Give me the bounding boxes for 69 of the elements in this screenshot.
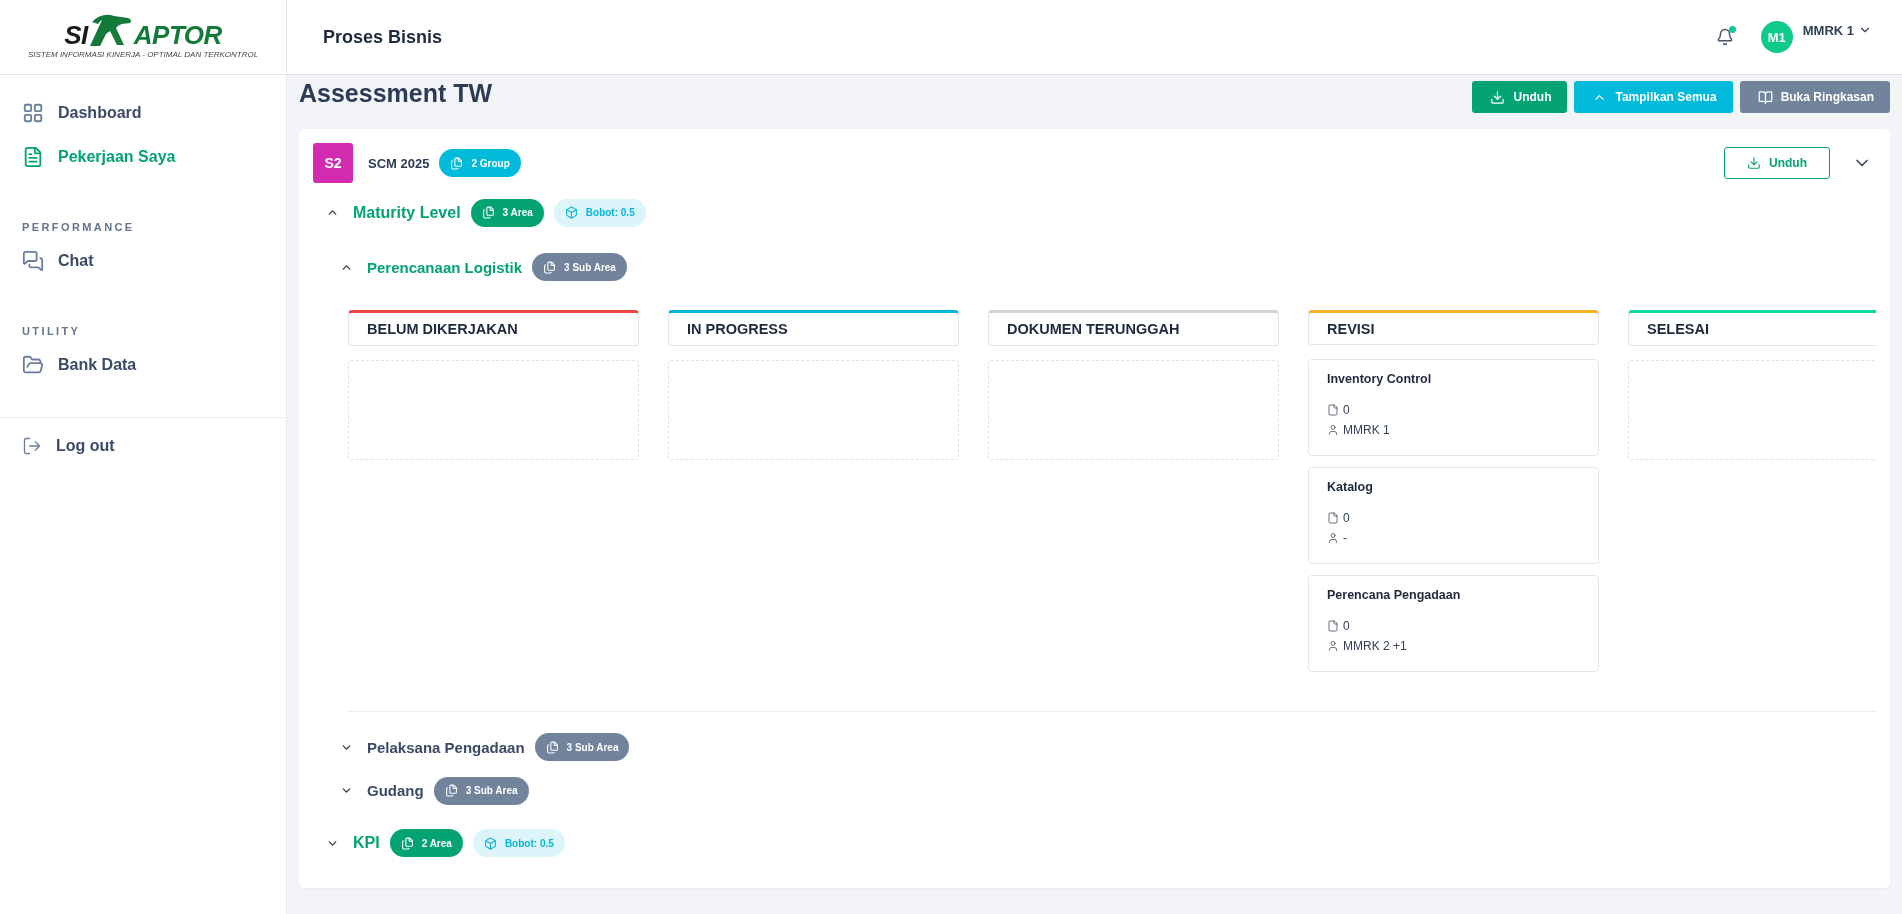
column-header: REVISI — [1308, 309, 1599, 346]
task-title: Katalog — [1327, 480, 1374, 495]
document-icon — [22, 146, 44, 168]
sub-area-name: Gudang — [367, 782, 424, 800]
book-icon — [1757, 89, 1773, 105]
logout-icon — [22, 436, 42, 456]
weight-badge: Bobot: 0.5 — [553, 198, 646, 227]
sub-area-count: 3 Sub Area — [532, 253, 627, 282]
user-icon — [1327, 532, 1339, 545]
cube-icon — [483, 836, 497, 850]
group-count: 2 Group — [439, 149, 521, 177]
grid-icon — [22, 102, 44, 124]
assignee: - — [1343, 531, 1347, 546]
file-count: 0 — [1343, 511, 1350, 526]
area-name: KPI — [353, 834, 380, 853]
file-icon — [1327, 512, 1339, 525]
area-name: Maturity Level — [353, 203, 461, 222]
logo-text: SI — [64, 21, 88, 48]
column-header: BELUM DIKERJAKAN — [348, 309, 639, 346]
chat-icon — [22, 250, 44, 272]
column-header: SELESAI — [1628, 309, 1876, 346]
files-icon — [543, 260, 557, 274]
assignee: MMRK 2 +1 — [1343, 638, 1407, 653]
sidebar-item[interactable]: Bank Data — [0, 343, 286, 387]
header-title: Proses Bisnis — [323, 26, 444, 48]
group-code: S2 — [313, 143, 353, 183]
logo-tagline: SISTEM INFORMASI KINERJA - OPTIMAL DAN TERKONTROL — [27, 49, 259, 59]
task-title: Perencana Pengadaan — [1327, 587, 1462, 602]
assignee: MMRK 1 — [1343, 423, 1390, 438]
folder-icon — [22, 354, 44, 376]
user-name: MMRK 1 — [1802, 22, 1854, 38]
group-name: SCM 2025 — [368, 155, 430, 171]
sub-area-count: 3 Sub Area — [433, 776, 529, 805]
user-avatar: M1 — [1760, 21, 1793, 53]
action-button[interactable]: Buka Ringkasan — [1739, 81, 1890, 113]
sidebar-item[interactable]: Chat — [0, 239, 286, 283]
user-menu[interactable]: M1 MMRK 1 — [1760, 21, 1872, 53]
section-heading: UTILITY — [21, 324, 82, 339]
page-title: Assessment TW — [299, 79, 493, 108]
logout-link[interactable]: Log out — [0, 424, 286, 468]
sidebar-item[interactable]: Dashboard — [0, 91, 286, 135]
task-card[interactable]: Inventory Control 0 MMRK 1 — [1308, 359, 1599, 457]
logo-text: APTOR — [133, 21, 222, 48]
sub-area-name: Pelaksana Pengadaan — [367, 738, 525, 756]
files-icon — [444, 784, 458, 798]
area-count: 3 Area — [470, 198, 544, 227]
column-header: IN PROGRESS — [668, 309, 959, 346]
task-card[interactable]: Perencana Pengadaan 0 MMRK 2 +1 — [1308, 574, 1599, 672]
task-card[interactable]: Katalog 0 - — [1308, 467, 1599, 564]
area-count: 2 Area — [389, 829, 463, 858]
file-count: 0 — [1343, 403, 1350, 418]
task-title: Inventory Control — [1327, 372, 1433, 387]
user-icon — [1327, 639, 1339, 652]
files-icon — [400, 836, 414, 850]
section-heading: PERFORMANCE — [21, 220, 136, 235]
column-header: DOKUMEN TERUNGGAH — [988, 309, 1279, 346]
files-icon — [481, 206, 495, 220]
sub-area-name: Perencanaan Logistik — [367, 258, 523, 276]
file-icon — [1327, 404, 1339, 417]
download-icon — [1747, 156, 1761, 170]
file-count: 0 — [1343, 618, 1350, 633]
user-icon — [1327, 424, 1339, 437]
sub-area-count: 3 Sub Area — [534, 733, 630, 762]
download-icon — [1490, 89, 1506, 105]
cube-icon — [564, 206, 578, 220]
files-icon — [450, 156, 464, 170]
file-icon — [1327, 619, 1339, 632]
weight-badge: Bobot: 0.5 — [472, 829, 565, 858]
files-icon — [545, 740, 559, 754]
